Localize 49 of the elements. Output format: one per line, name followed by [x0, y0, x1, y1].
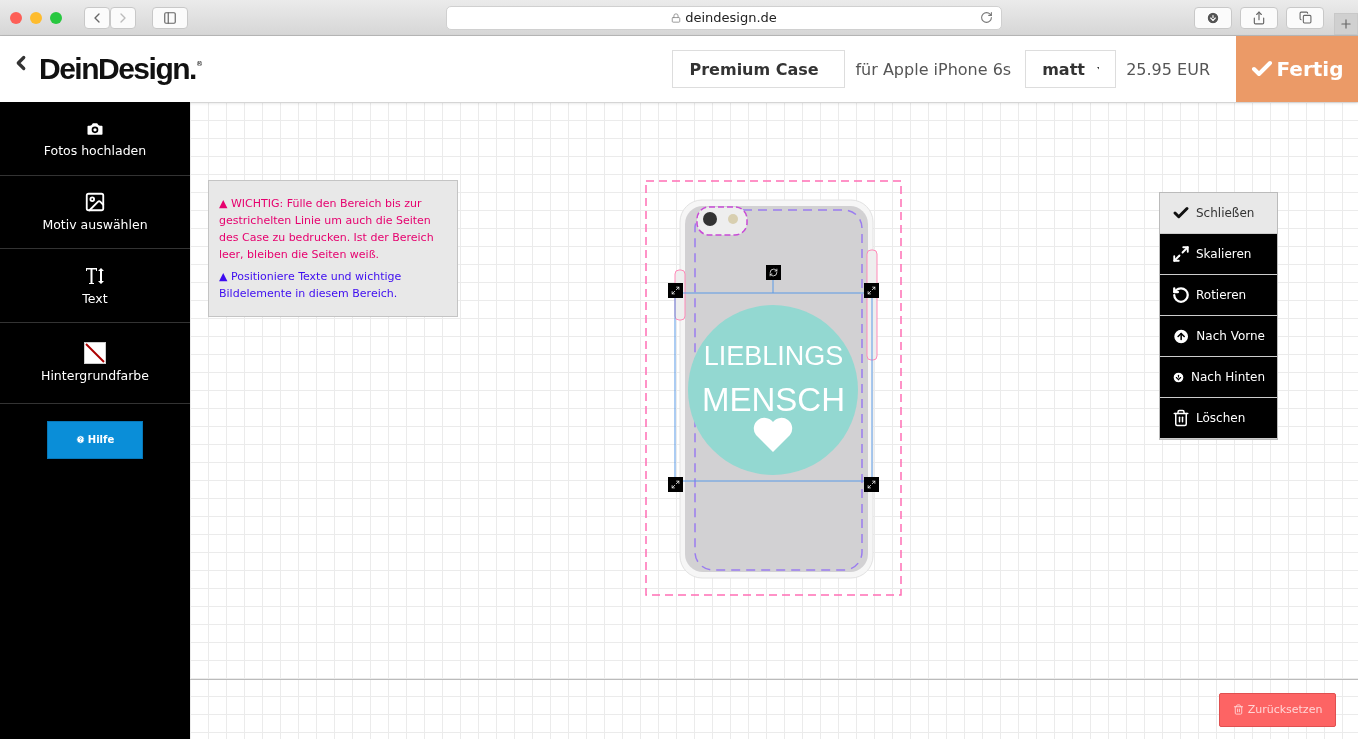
resize-icon: [867, 286, 876, 295]
help-button[interactable]: Hilfe: [47, 420, 143, 459]
motif-text: MENSCH: [702, 380, 845, 420]
arrow-up-icon: [1172, 326, 1191, 346]
product-dropdown[interactable]: Premium Case: [672, 50, 846, 88]
resize-icon: [671, 286, 680, 295]
finish-dropdown[interactable]: matt: [1025, 50, 1117, 88]
help-icon: [75, 435, 85, 444]
no-color-icon: [84, 342, 106, 364]
trash-icon: [1172, 409, 1190, 427]
resize-handle[interactable]: [864, 477, 879, 492]
resize-handle[interactable]: [668, 283, 683, 298]
device-label: für Apple iPhone 6s: [855, 59, 1012, 79]
sidebar-icon: [163, 10, 177, 25]
tabs-icon: [1298, 11, 1312, 24]
logo: DeinDesign.: [39, 52, 196, 86]
plus-icon: [1339, 17, 1353, 31]
notice-text: ▲ WICHTIG: Fülle den Bereich bis zur gestrichelten Linie um auch die Seiten des Case zu bedrucken. Ist der Bereich leer, bleiben die Seiten weiß.: [219, 196, 435, 263]
resize-handle[interactable]: [668, 477, 683, 492]
tool-menu-item[interactable]: Nach Hinten: [1160, 357, 1277, 398]
resize-icon: [671, 480, 680, 489]
tool-menu-item[interactable]: Nach Vorne: [1160, 316, 1277, 357]
sidebar-toggle-button[interactable]: [152, 6, 188, 29]
lock-icon: [671, 12, 682, 23]
reload-icon[interactable]: [980, 11, 993, 24]
image-icon: [84, 191, 106, 214]
resize-handle[interactable]: [864, 283, 879, 298]
new-tab-button[interactable]: [1334, 13, 1358, 35]
notice-text: ▲ Positioniere Texte und wichtige Bildelemente in diesem Bereich.: [219, 269, 403, 302]
refresh-icon: [769, 268, 778, 277]
trash-icon: [1232, 704, 1244, 715]
heart-icon: [753, 417, 793, 452]
rotate-handle[interactable]: [766, 265, 781, 280]
resize-icon: [867, 480, 876, 489]
close-window-icon[interactable]: [10, 11, 22, 24]
tabs-button[interactable]: [1286, 6, 1324, 29]
tool-menu-item[interactable]: Rotieren: [1160, 275, 1277, 316]
resize-icon: [1172, 245, 1190, 263]
download-icon: [1206, 10, 1220, 25]
share-icon: [1252, 10, 1266, 25]
tool-menu-item[interactable]: Schließen: [1160, 193, 1277, 234]
motif-text: LIEBLINGS: [703, 340, 844, 373]
tool-menu-item[interactable]: Löschen: [1160, 398, 1277, 439]
rotate-icon: [1172, 286, 1190, 304]
download-button[interactable]: [1194, 6, 1232, 29]
price: 25.95 EUR: [1126, 59, 1210, 79]
share-button[interactable]: [1240, 6, 1278, 29]
tool-menu-item[interactable]: Skalieren: [1160, 234, 1277, 275]
address-bar[interactable]: deindesign.de: [446, 5, 1002, 30]
